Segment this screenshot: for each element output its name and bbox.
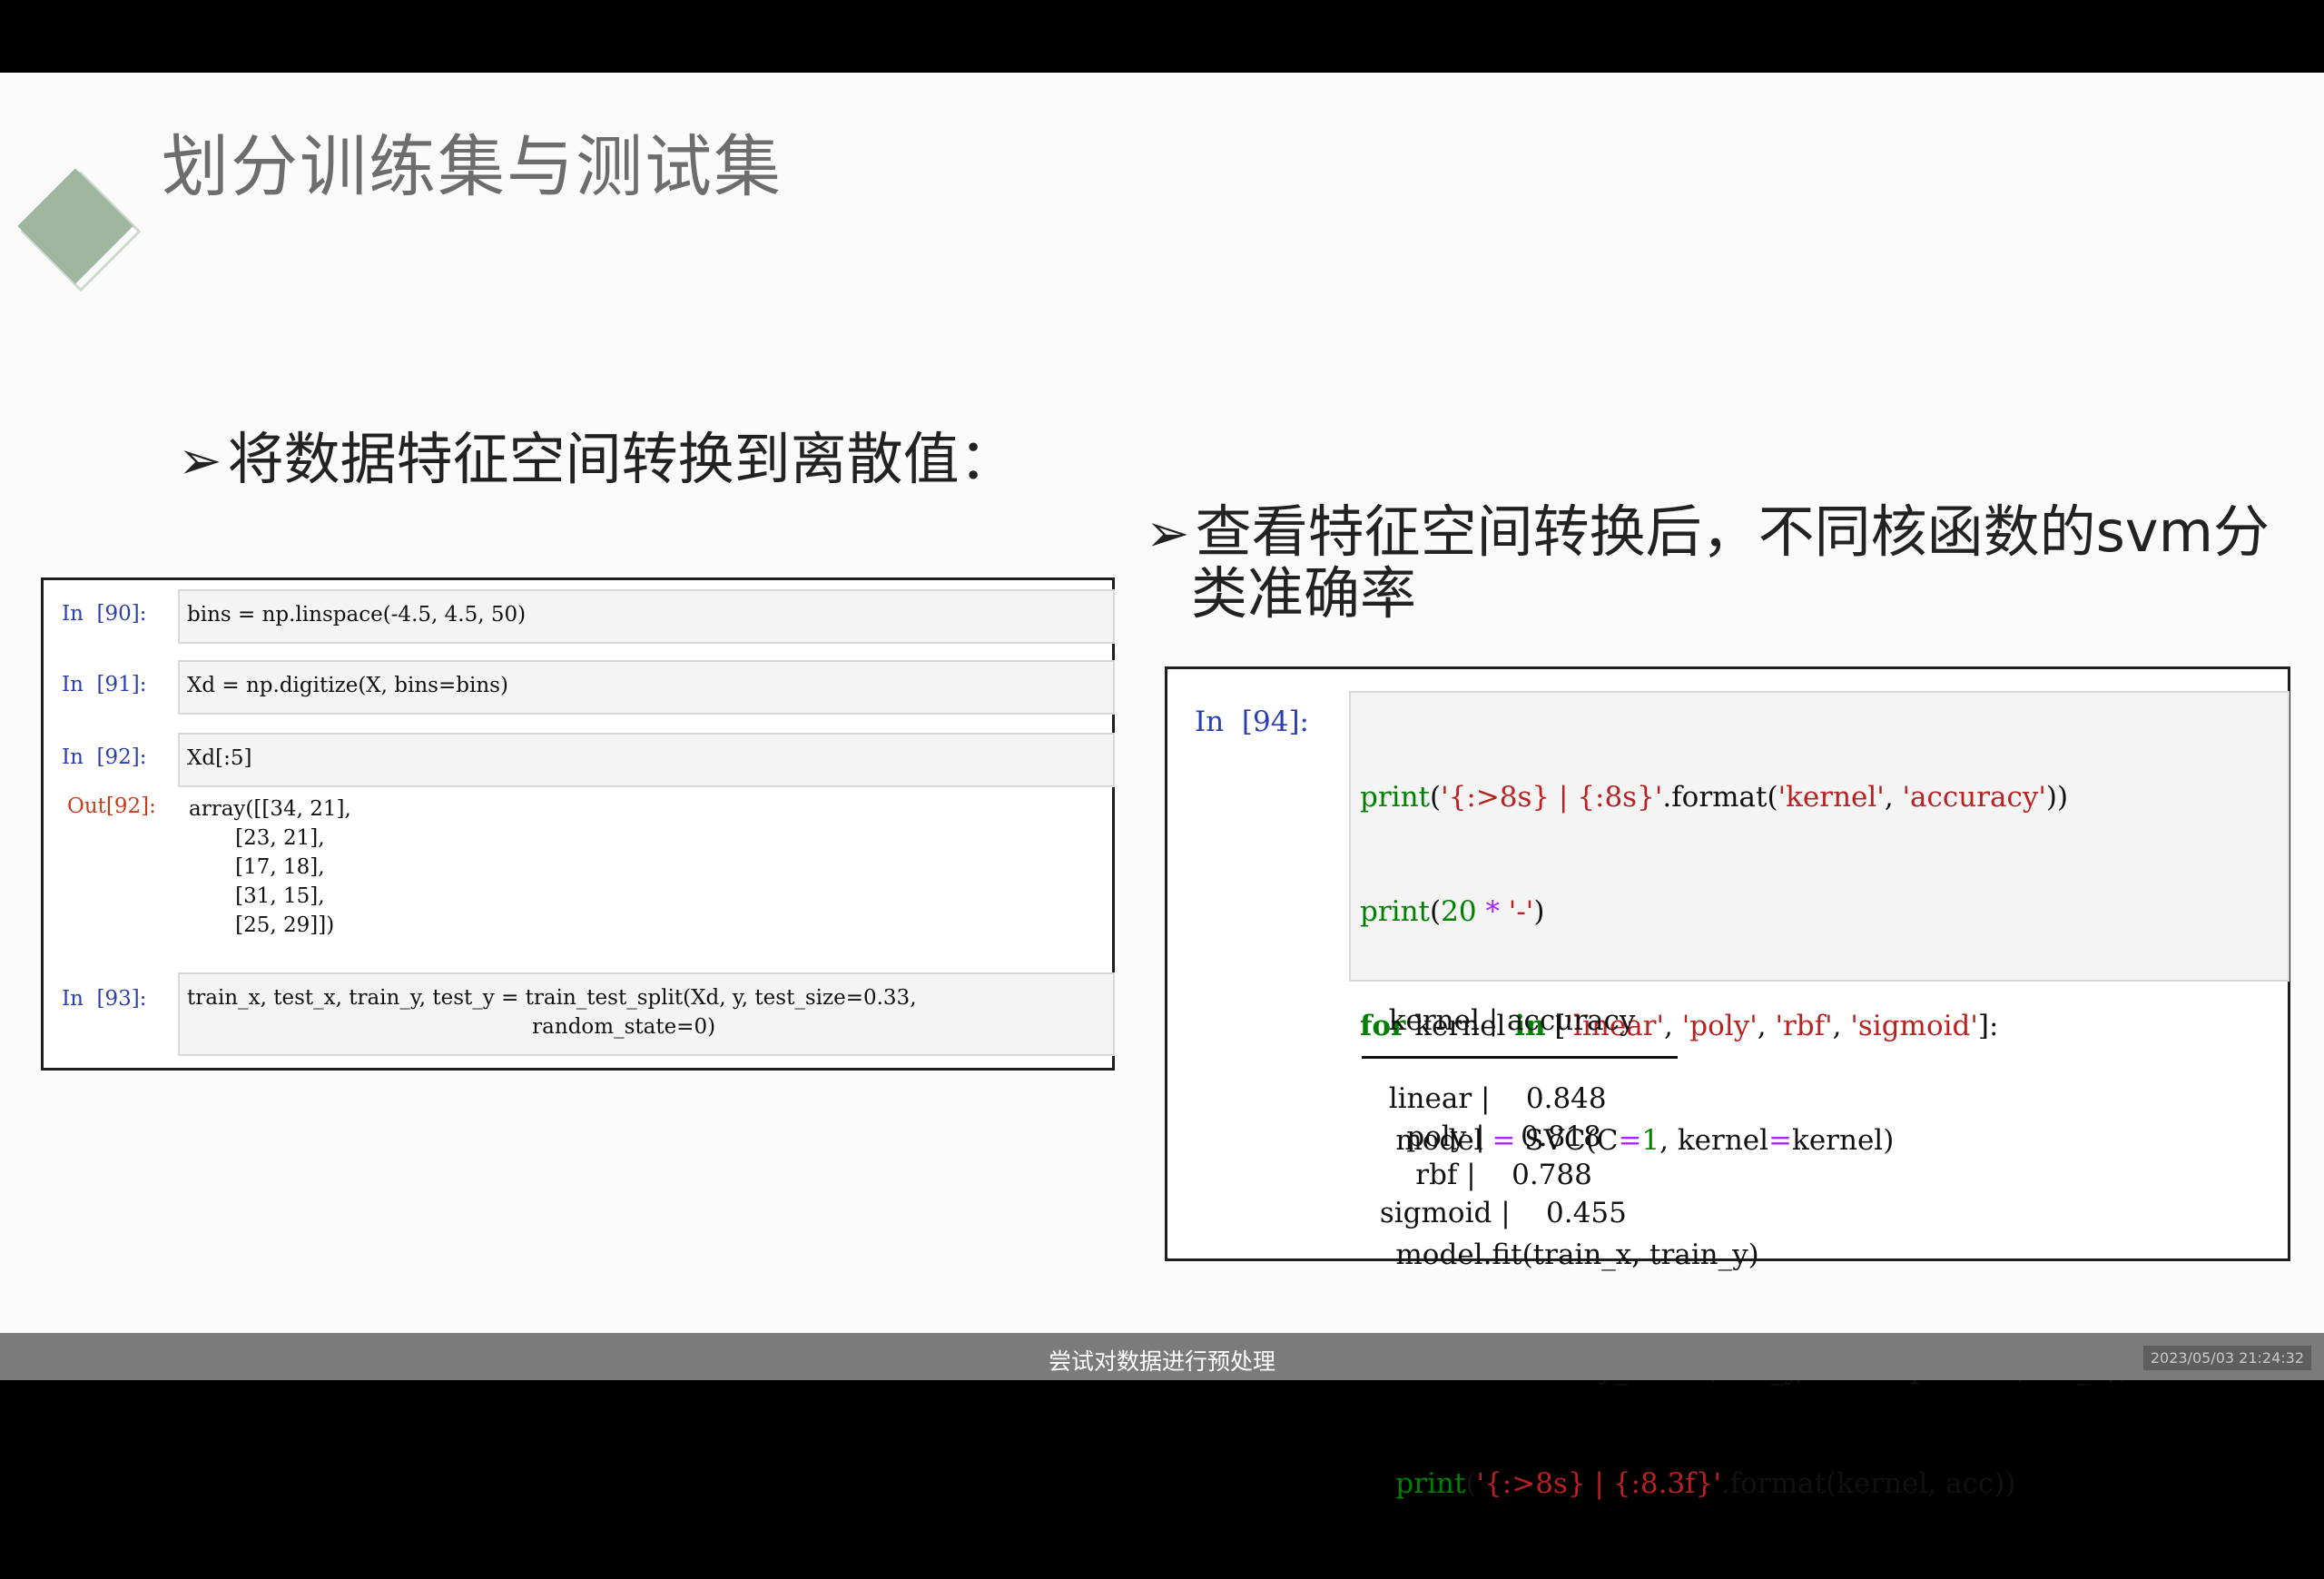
slide-title: 划分训练集与测试集 [162, 128, 783, 206]
cell-prompt: In [92]: [62, 745, 147, 769]
bullet-right-line1: 查看特征空间转换后，不同核函数的svm分 [1195, 498, 2270, 565]
code-cell-input[interactable]: Xd[:5] [178, 733, 1115, 787]
bullet-discretize: ➢将数据特征空间转换到离散值： [178, 426, 1016, 492]
cell-output: array([[34, 21], [23, 21], [17, 18], [31… [189, 797, 351, 937]
notebook-right-panel: In [94]: print('{:>8s} | {:8s}'.format('… [1165, 666, 2290, 1500]
diamond-logo-icon [17, 168, 142, 292]
notebook-left-panel: In [90]: bins = np.linspace(-4.5, 4.5, 5… [41, 577, 1115, 1071]
cell-output-prompt: Out[92]: [67, 794, 156, 818]
timestamp: 2023/05/03 21:24:32 [2142, 1346, 2311, 1370]
output-row: rbf | 0.788 [1371, 1159, 1592, 1191]
code-line: print(20 * '-') [1360, 895, 1545, 928]
code-cell-input[interactable]: train_x, test_x, train_y, test_y = train… [178, 972, 1115, 1056]
cell-prompt: In [91]: [62, 673, 147, 696]
code-line: model.fit(train_x, train_y) [1360, 1239, 1759, 1271]
bullet-left-text: 将数据特征空间转换到离散值： [227, 426, 1016, 492]
cell-prompt: In [90]: [62, 602, 147, 626]
bullet-svm-accuracy: ➢查看特征空间转换后，不同核函数的svm分 类准确率 [1146, 498, 2308, 627]
output-row: sigmoid | 0.455 [1371, 1197, 1627, 1229]
bullet-arrow-icon: ➢ [1146, 502, 1190, 564]
subtitle-bar: 尝试对数据进行预处理 2023/05/03 21:24:32 [0, 1333, 2324, 1380]
cell-prompt: In [93]: [62, 987, 147, 1011]
output-row: poly | 0.818 [1371, 1120, 1601, 1153]
output-divider [1362, 1056, 1678, 1059]
output-table-header: kernel | accuracy [1371, 1004, 1636, 1037]
bullet-arrow-icon: ➢ [178, 429, 222, 491]
code-cell-input[interactable]: bins = np.linspace(-4.5, 4.5, 50) [178, 589, 1115, 644]
output-row: linear | 0.848 [1371, 1082, 1607, 1115]
cell-prompt: In [94]: [1195, 706, 1309, 738]
code-cell-input[interactable]: Xd = np.digitize(X, bins=bins) [178, 660, 1115, 715]
code-line: print('{:>8s} | {:8.3f}'.format(kernel, … [1395, 1467, 2016, 1500]
code-cell-input[interactable]: print('{:>8s} | {:8s}'.format('kernel', … [1349, 691, 2290, 1500]
code-line: print('{:>8s} | {:8s}'.format('kernel', … [1360, 781, 2069, 814]
bullet-right-line2: 类准确率 [1191, 560, 1417, 627]
subtitle-text: 尝试对数据进行预处理 [1048, 1348, 1275, 1375]
